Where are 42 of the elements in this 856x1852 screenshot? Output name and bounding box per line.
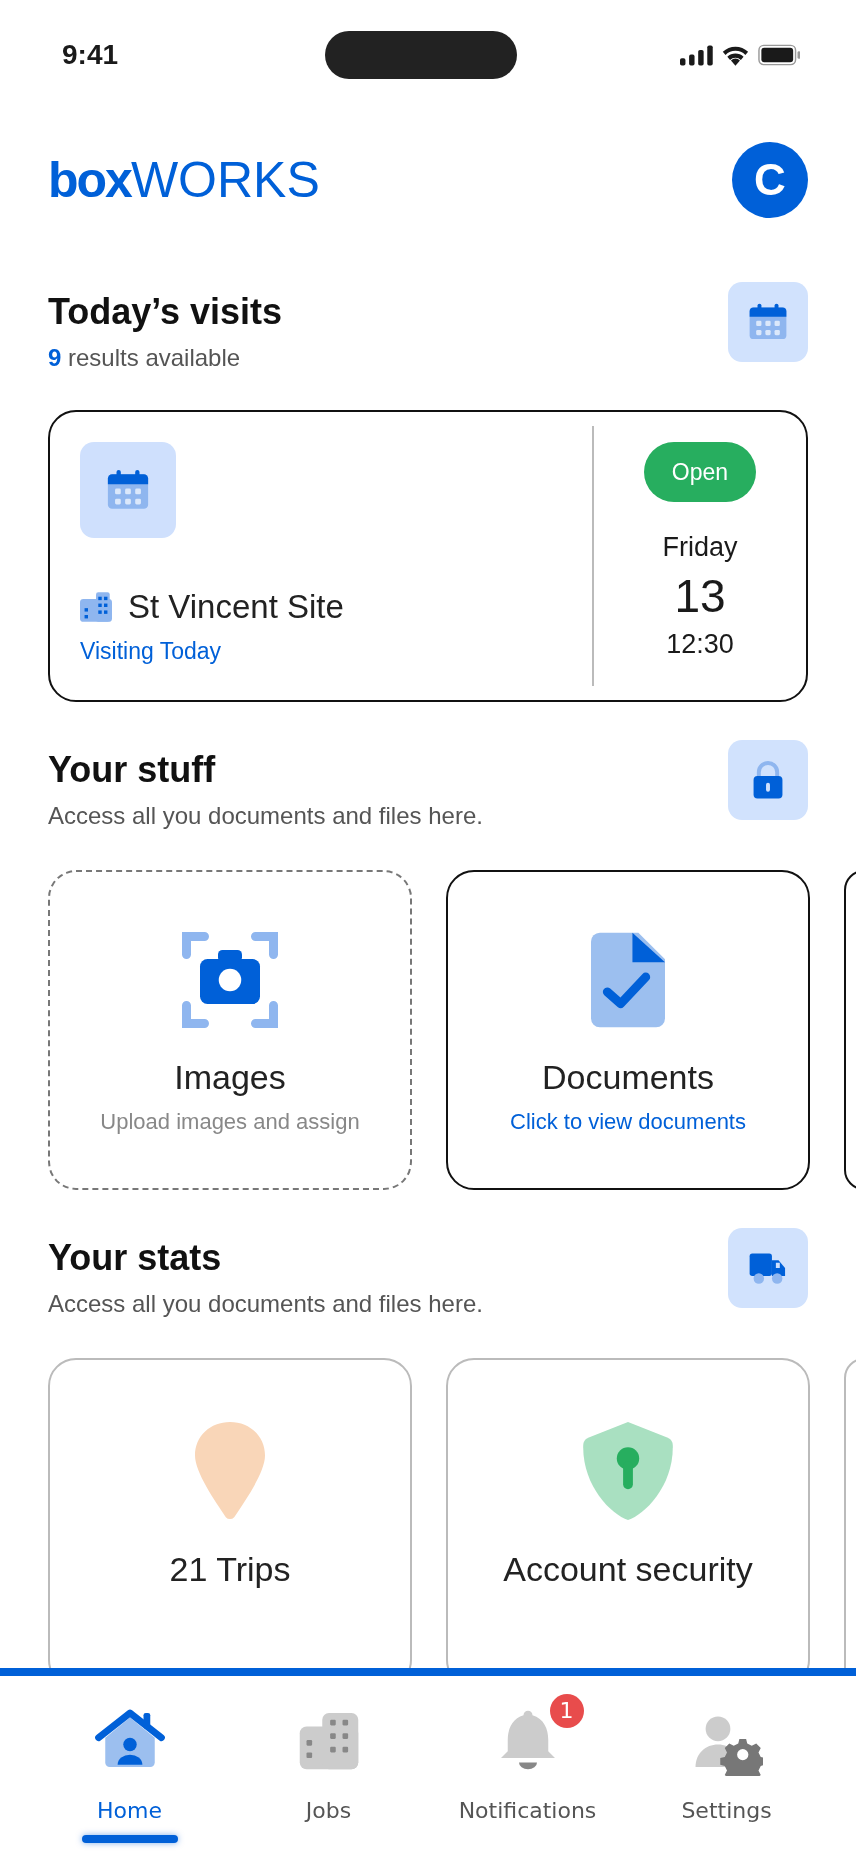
visit-card[interactable]: St Vincent Site Visiting Today Open Friday 13 12:30 [48, 410, 808, 702]
calendar-button[interactable] [728, 282, 808, 362]
visit-time: 12:30 [666, 629, 734, 660]
signal-icon [680, 44, 713, 66]
visit-note: Visiting Today [80, 638, 223, 665]
document-check-icon [591, 932, 665, 1028]
stat-title: 21 Trips [169, 1550, 291, 1589]
card-caption: Upload images and assign [100, 1109, 360, 1135]
building-icon [80, 592, 112, 622]
nav-tab[interactable]: Jobs [238, 1676, 419, 1852]
visit-date: 13 [674, 569, 726, 623]
section-title: Your stats [48, 1236, 223, 1280]
nav-tab[interactable]: Home [39, 1676, 220, 1852]
documents-card[interactable]: Documents Click to view documents [446, 870, 810, 1190]
truck-button[interactable] [728, 1228, 808, 1308]
card-title: Documents [542, 1058, 714, 1097]
site-name: St Vincent Site [128, 588, 344, 626]
wifi-icon [720, 44, 750, 66]
camera-icon [182, 932, 278, 1028]
view-link[interactable]: Click to view documents [510, 1109, 746, 1135]
status-time: 9:41 [62, 39, 120, 71]
location-pin-icon [193, 1422, 267, 1520]
section-subtitle: Access all you documents and files here. [48, 802, 483, 830]
stat-card[interactable]: Account security [446, 1358, 810, 1668]
profile-avatar[interactable]: C [732, 142, 808, 218]
shield-keyhole-icon [582, 1422, 674, 1520]
stat-card[interactable]: 21 Trips [48, 1358, 412, 1668]
nav-tab[interactable]: 1 Notifications [437, 1676, 618, 1852]
section-title: Today’s visits [48, 290, 283, 334]
status-badge: Open [643, 442, 757, 502]
padlock-button[interactable] [728, 740, 808, 820]
stat-title: Account security [503, 1550, 753, 1589]
app-logo: boxWORKS [48, 151, 320, 209]
battery-icon [757, 44, 800, 66]
section-subtitle: Access all you documents and files here. [48, 1290, 483, 1318]
section-title: Your stuff [48, 748, 217, 792]
upload-card[interactable]: Images Upload images and assign [48, 870, 412, 1190]
results-count: 9 results available [48, 344, 242, 372]
notification-badge: 1 [549, 1694, 584, 1728]
card-title: Images [174, 1058, 286, 1097]
visit-day: Friday [662, 532, 738, 563]
nav-tab[interactable]: Settings [636, 1676, 817, 1852]
